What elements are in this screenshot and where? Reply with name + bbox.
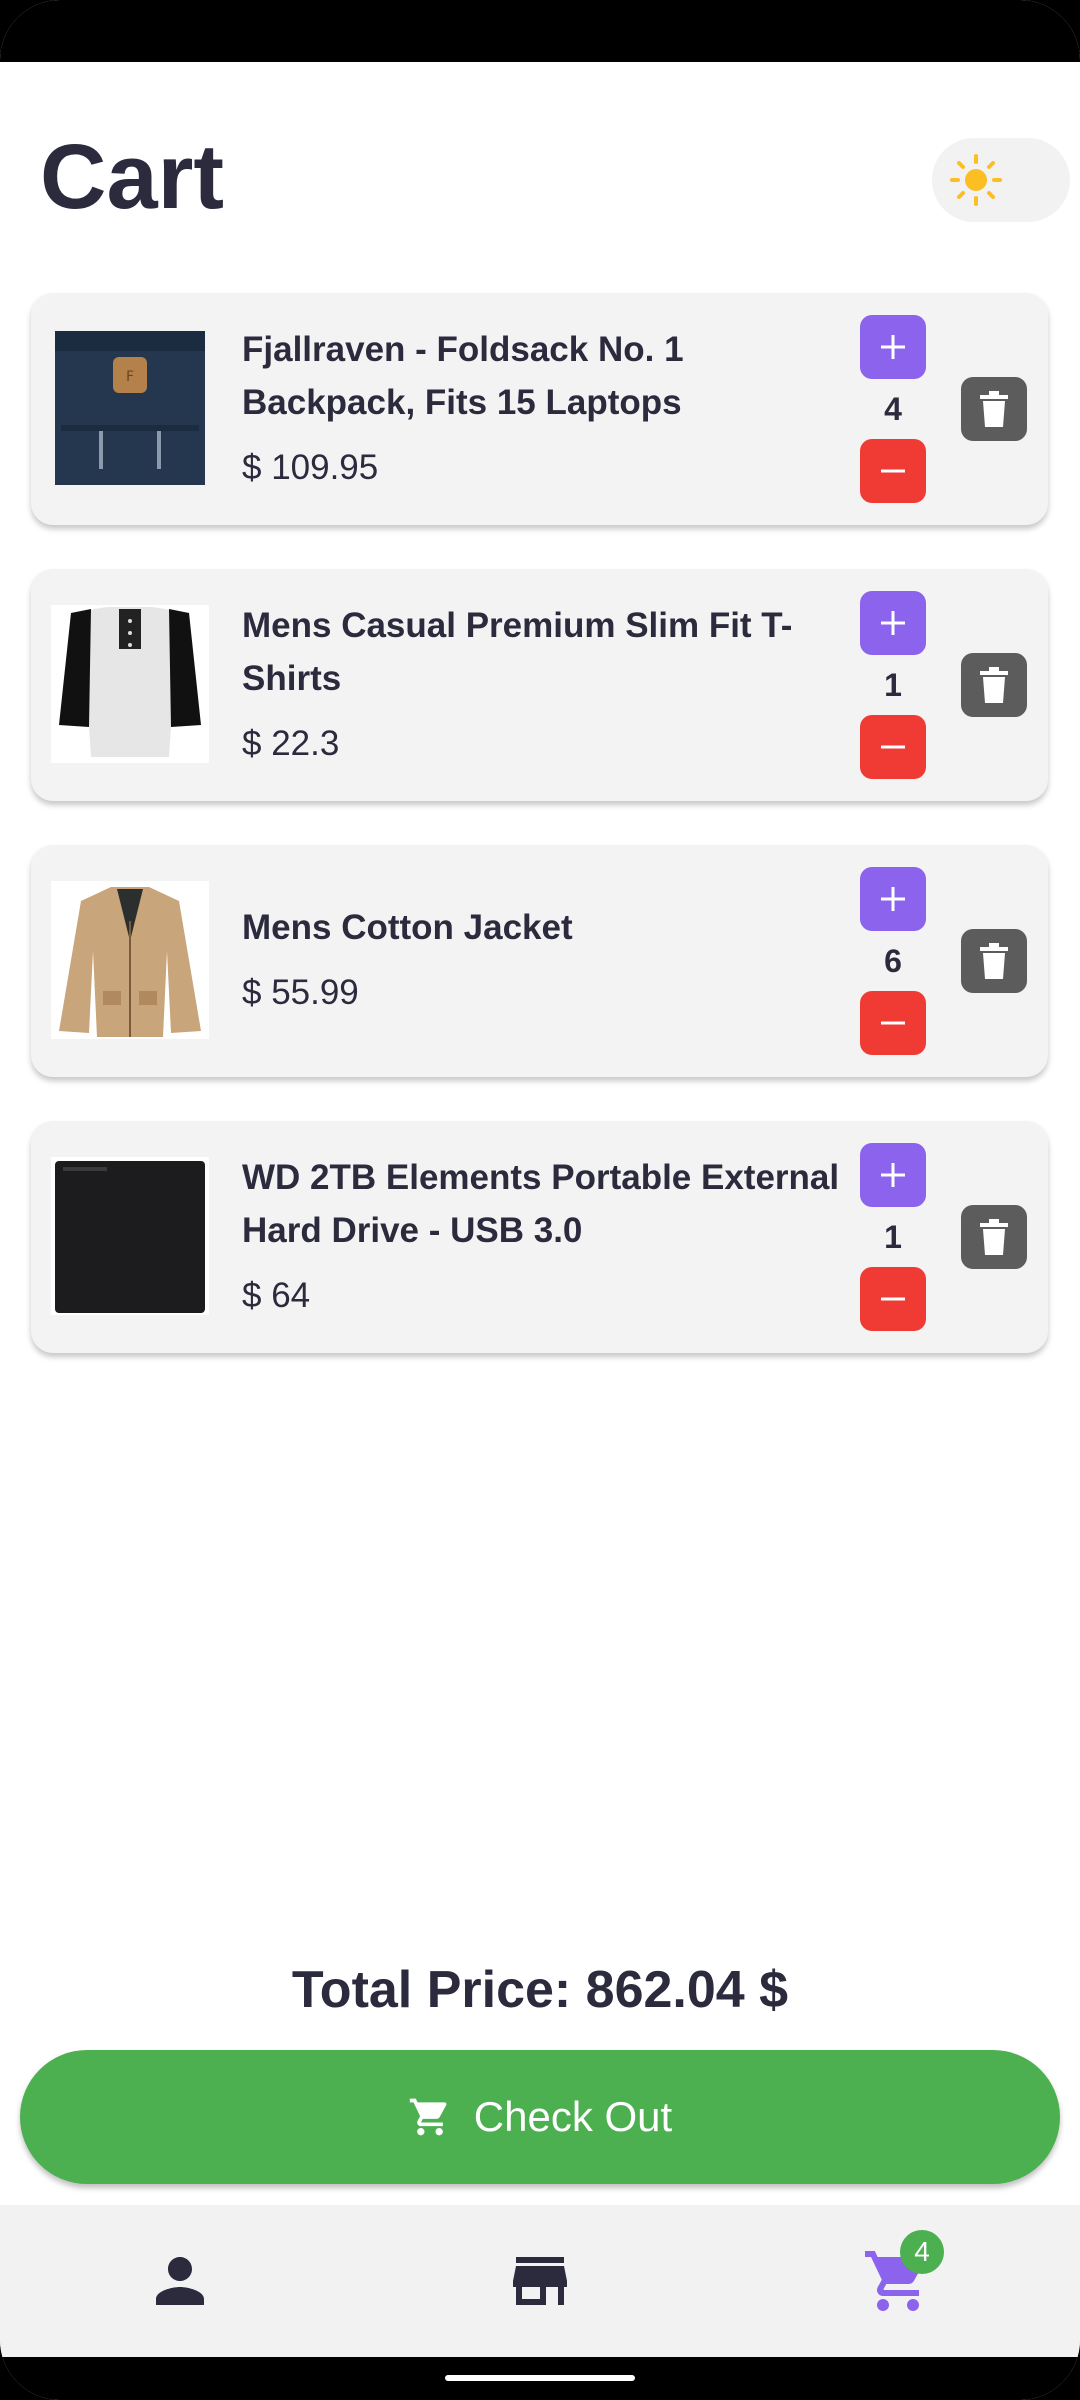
checkout-label: Check Out	[473, 2093, 673, 2140]
cart-count-badge: 4	[900, 2230, 944, 2274]
page-title: Cart	[40, 126, 225, 228]
nav-store[interactable]	[504, 2245, 576, 2317]
minus-icon	[881, 745, 905, 749]
increase-quantity-button[interactable]	[860, 591, 926, 655]
sun-icon	[950, 154, 1002, 206]
trash-icon	[980, 943, 1008, 979]
home-indicator[interactable]	[445, 2375, 635, 2381]
item-price: $ 22.3	[242, 724, 340, 763]
person-icon	[156, 2257, 204, 2305]
item-price: $ 55.99	[242, 973, 359, 1012]
bottom-navigation	[0, 2205, 1080, 2357]
total-price: Total Price: 862.04 $	[291, 1961, 789, 2019]
decrease-quantity-button[interactable]	[860, 991, 926, 1055]
cart-item: WD 2TB Elements Portable External Hard D…	[31, 1121, 1048, 1353]
cart-icon	[409, 2098, 447, 2136]
item-price: $ 64	[242, 1276, 311, 1315]
plus-icon	[881, 611, 905, 635]
svg-text:F: F	[126, 369, 134, 385]
theme-toggle[interactable]	[932, 138, 1070, 222]
decrease-quantity-button[interactable]	[860, 1267, 926, 1331]
delete-item-button[interactable]	[961, 653, 1027, 717]
checkout-button[interactable]: Check Out	[20, 2050, 1060, 2184]
trash-icon	[980, 667, 1008, 703]
increase-quantity-button[interactable]	[860, 315, 926, 379]
decrease-quantity-button[interactable]	[860, 439, 926, 503]
minus-icon	[881, 1021, 905, 1025]
plus-icon	[881, 335, 905, 359]
hard-drive-image	[51, 1157, 209, 1315]
plus-icon	[881, 887, 905, 911]
nav-profile[interactable]	[144, 2245, 216, 2317]
delete-item-button[interactable]	[961, 1205, 1027, 1269]
item-quantity: 4	[884, 391, 902, 427]
item-name: WD 2TB Elements Portable External Hard D…	[242, 1158, 840, 1250]
delete-item-button[interactable]	[961, 377, 1027, 441]
minus-icon	[881, 469, 905, 473]
increase-quantity-button[interactable]	[860, 867, 926, 931]
backpack-image: F	[51, 329, 209, 487]
increase-quantity-button[interactable]	[860, 1143, 926, 1207]
store-icon	[513, 2257, 567, 2305]
item-price: $ 109.95	[242, 448, 379, 487]
jacket-image	[51, 881, 209, 1039]
delete-item-button[interactable]	[961, 929, 1027, 993]
cart-item: Mens Casual Premium Slim Fit T-Shirts $ …	[31, 569, 1048, 801]
item-quantity: 1	[884, 667, 902, 703]
minus-icon	[881, 1297, 905, 1301]
app-screen: Cart F Fjallraven - Foldsack No. 1 Backp…	[0, 0, 1080, 2400]
plus-icon	[881, 1163, 905, 1187]
cart-item: Mens Cotton Jacket $ 55.99 6	[31, 845, 1048, 1077]
trash-icon	[980, 391, 1008, 427]
tshirt-image	[51, 605, 209, 763]
item-name: Mens Cotton Jacket	[242, 908, 573, 947]
trash-icon	[980, 1219, 1008, 1255]
item-quantity: 6	[884, 943, 902, 979]
item-name: Fjallraven - Foldsack No. 1 Backpack, Fi…	[242, 330, 684, 422]
cart-item: F Fjallraven - Foldsack No. 1 Backpack, …	[31, 293, 1048, 525]
decrease-quantity-button[interactable]	[860, 715, 926, 779]
item-name: Mens Casual Premium Slim Fit T-Shirts	[242, 606, 793, 698]
item-quantity: 1	[884, 1219, 902, 1255]
